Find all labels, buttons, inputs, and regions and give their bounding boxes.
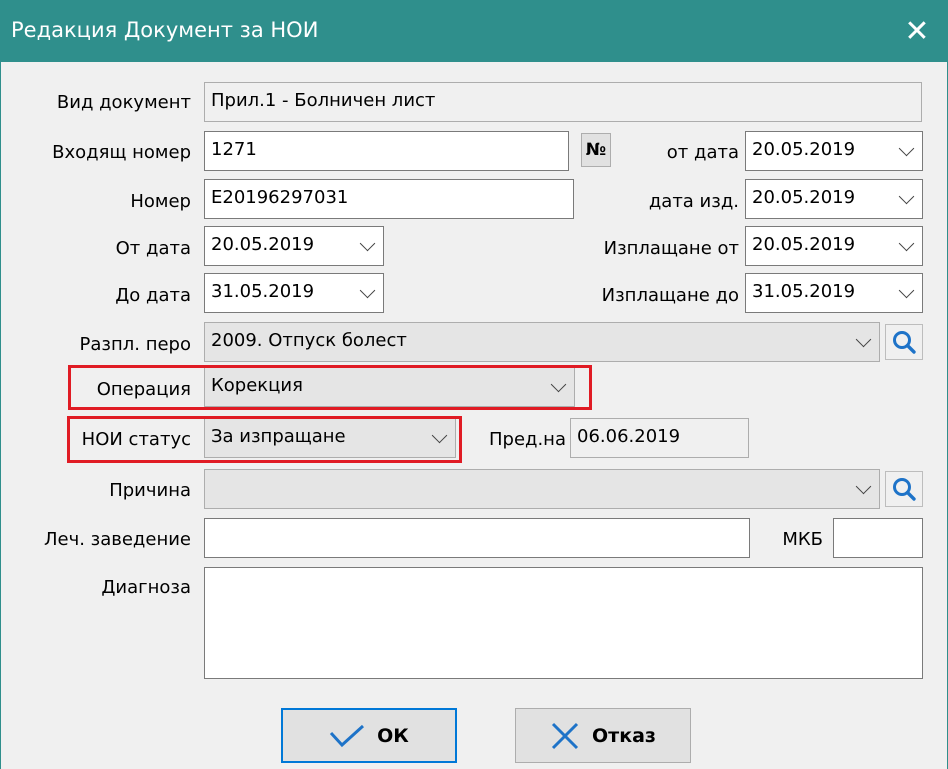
reason-select[interactable] bbox=[204, 469, 880, 509]
chevron-down-icon bbox=[898, 188, 915, 205]
checkmark-icon bbox=[330, 724, 365, 747]
document-type-value: Прил.1 - Болничен лист bbox=[211, 90, 436, 111]
close-x-icon bbox=[551, 722, 579, 749]
medical-facility-label: Леч. заведение bbox=[43, 529, 191, 550]
search-icon bbox=[893, 331, 916, 354]
payment-item-label: Разпл. перо bbox=[79, 334, 191, 355]
from-date-top-label: от дата bbox=[666, 142, 739, 163]
search-icon bbox=[893, 478, 916, 501]
diagnosis-textarea[interactable] bbox=[204, 567, 923, 679]
number-label: Номер bbox=[130, 191, 191, 212]
close-icon[interactable]: ✕ bbox=[885, 0, 948, 62]
document-type-field: Прил.1 - Болничен лист bbox=[204, 82, 922, 122]
issue-date-label: дата изд. bbox=[648, 191, 739, 212]
chevron-down-icon bbox=[359, 282, 376, 299]
chevron-down-icon bbox=[855, 478, 872, 495]
payment-item-search-button[interactable] bbox=[885, 324, 923, 360]
reason-search-button[interactable] bbox=[885, 471, 923, 507]
from-date-top-value: 20.05.2019 bbox=[752, 139, 856, 160]
payment-item-value: 2009. Отпуск болест bbox=[211, 330, 407, 351]
incoming-number-label: Входящ номер bbox=[52, 142, 191, 163]
diagnosis-label: Диагноза bbox=[101, 577, 191, 598]
issue-date-value: 20.05.2019 bbox=[752, 187, 856, 208]
number-value: E20196297031 bbox=[211, 187, 349, 208]
noi-status-value: За изпращане bbox=[211, 426, 346, 447]
incoming-number-value: 1271 bbox=[211, 139, 257, 160]
chevron-down-icon bbox=[898, 282, 915, 299]
icd-input[interactable] bbox=[833, 518, 923, 558]
ok-button-label: ОК bbox=[377, 724, 409, 747]
issue-date-select[interactable]: 20.05.2019 bbox=[745, 179, 923, 219]
submitted-on-value: 06.06.2019 bbox=[577, 426, 681, 447]
chevron-down-icon bbox=[431, 427, 448, 444]
pay-from-select[interactable]: 20.05.2019 bbox=[745, 226, 923, 266]
from-date-top-select[interactable]: 20.05.2019 bbox=[745, 131, 923, 171]
ok-button[interactable]: ОК bbox=[281, 708, 457, 763]
chevron-down-icon bbox=[855, 331, 872, 348]
chevron-down-icon bbox=[898, 235, 915, 252]
submitted-on-field: 06.06.2019 bbox=[570, 418, 749, 458]
from-date-select[interactable]: 20.05.2019 bbox=[204, 226, 384, 266]
dialog-window: Редакция Документ за НОИ ✕ Вид документ … bbox=[0, 0, 948, 769]
to-date-select[interactable]: 31.05.2019 bbox=[204, 273, 384, 313]
operation-select[interactable]: Корекция bbox=[204, 367, 575, 407]
number-input[interactable]: E20196297031 bbox=[204, 179, 574, 219]
chevron-down-icon bbox=[359, 235, 376, 252]
pay-from-label: Изплащане от bbox=[603, 238, 739, 259]
noi-status-label: НОИ статус bbox=[81, 429, 191, 450]
pay-to-label: Изплащане до bbox=[601, 285, 739, 306]
payment-item-select[interactable]: 2009. Отпуск болест bbox=[204, 322, 880, 362]
chevron-down-icon bbox=[898, 140, 915, 157]
chevron-down-icon bbox=[550, 376, 567, 393]
from-date-value: 20.05.2019 bbox=[211, 234, 315, 255]
operation-value: Корекция bbox=[211, 375, 303, 396]
document-type-label: Вид документ bbox=[56, 92, 191, 113]
icd-label: МКБ bbox=[782, 529, 823, 550]
incoming-number-input[interactable]: 1271 bbox=[204, 131, 569, 171]
operation-label: Операция bbox=[96, 379, 191, 400]
title-bar: Редакция Документ за НОИ ✕ bbox=[1, 0, 948, 62]
reason-label: Причина bbox=[109, 480, 191, 501]
pay-from-value: 20.05.2019 bbox=[752, 234, 856, 255]
noi-status-select[interactable]: За изпращане bbox=[204, 418, 456, 458]
cancel-button[interactable]: Отказ bbox=[515, 708, 691, 763]
medical-facility-input[interactable] bbox=[204, 518, 750, 558]
pay-to-select[interactable]: 31.05.2019 bbox=[745, 273, 923, 313]
window-title: Редакция Документ за НОИ bbox=[11, 18, 319, 42]
to-date-value: 31.05.2019 bbox=[211, 281, 315, 302]
pay-to-value: 31.05.2019 bbox=[752, 281, 856, 302]
to-date-label: До дата bbox=[115, 285, 191, 306]
number-button[interactable]: № bbox=[581, 133, 611, 167]
cancel-button-label: Отказ bbox=[592, 724, 656, 747]
submitted-on-label: Пред.на bbox=[488, 429, 566, 450]
from-date-label: От дата bbox=[115, 238, 191, 259]
